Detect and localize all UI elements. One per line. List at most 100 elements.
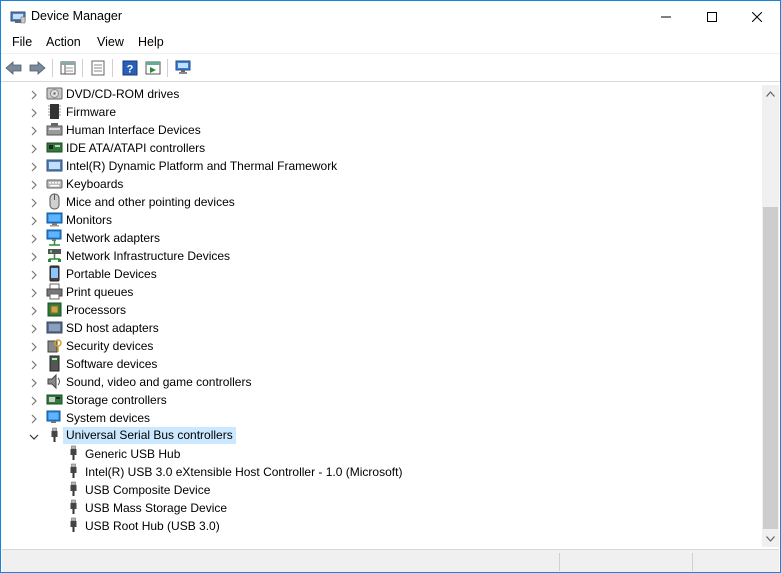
menu-bar: File Action View Help	[1, 32, 780, 54]
chevron-right-icon[interactable]	[29, 197, 39, 208]
tree-category-label: System devices	[66, 411, 151, 425]
vertical-scrollbar[interactable]	[762, 85, 779, 547]
scan-hardware-button[interactable]	[175, 59, 193, 77]
chevron-right-icon[interactable]	[29, 179, 39, 190]
help-button[interactable]: ?	[121, 59, 139, 77]
tree-category-label: Mice and other pointing devices	[66, 195, 235, 209]
back-button[interactable]	[5, 59, 23, 77]
tree-device-row[interactable]: USB Composite Device	[2, 481, 762, 499]
tree-category-row[interactable]: Network Infrastructure Devices	[2, 247, 762, 265]
tree-category-row[interactable]: Portable Devices	[2, 265, 762, 283]
scroll-down-button[interactable]	[762, 530, 779, 547]
monitor-icon	[46, 211, 63, 228]
properties-button[interactable]	[89, 59, 107, 77]
menu-help[interactable]: Help	[136, 35, 166, 49]
back-arrow-icon	[5, 61, 22, 75]
chevron-right-icon[interactable]	[29, 377, 39, 388]
menu-action[interactable]: Action	[44, 35, 83, 49]
chevron-right-icon[interactable]	[29, 413, 39, 424]
toolbar-separator	[82, 59, 83, 77]
software-device-icon	[46, 355, 63, 372]
chevron-right-icon[interactable]	[29, 107, 39, 118]
chevron-right-icon[interactable]	[29, 233, 39, 244]
tree-category-row[interactable]: DVD/CD-ROM drives	[2, 85, 762, 103]
tree-category-row[interactable]: Keyboards	[2, 175, 762, 193]
tree-category-row[interactable]: System devices	[2, 409, 762, 427]
usb-icon	[65, 499, 82, 516]
tree-device-label: Generic USB Hub	[85, 447, 181, 461]
chevron-right-icon[interactable]	[29, 305, 39, 316]
tree-category-label: Sound, video and game controllers	[66, 375, 252, 389]
tree-category-row[interactable]: Universal Serial Bus controllers	[2, 427, 762, 445]
chevron-right-icon[interactable]	[29, 395, 39, 406]
title-bar[interactable]: Device Manager	[1, 1, 780, 32]
update-driver-button[interactable]	[144, 59, 162, 77]
tree-category-label: Processors	[66, 303, 127, 317]
chevron-right-icon[interactable]	[29, 269, 39, 280]
tree-device-row[interactable]: USB Mass Storage Device	[2, 499, 762, 517]
storage-controller-icon	[46, 391, 63, 408]
tree-category-row[interactable]: Intel(R) Dynamic Platform and Thermal Fr…	[2, 157, 762, 175]
chevron-down-icon[interactable]	[29, 431, 39, 441]
chevron-right-icon[interactable]	[29, 341, 39, 352]
tree-category-row[interactable]: IDE ATA/ATAPI controllers	[2, 139, 762, 157]
forward-button[interactable]	[28, 59, 46, 77]
tree-category-row[interactable]: Mice and other pointing devices	[2, 193, 762, 211]
minimize-button[interactable]	[643, 1, 689, 32]
tree-device-label: USB Root Hub (USB 3.0)	[85, 519, 220, 533]
chevron-right-icon[interactable]	[29, 125, 39, 136]
show-hidden-icon	[60, 61, 76, 75]
tree-category-row[interactable]: Security devices	[2, 337, 762, 355]
tree-category-label: Portable Devices	[66, 267, 157, 281]
device-manager-app-icon	[10, 9, 26, 25]
chevron-right-icon[interactable]	[29, 287, 39, 298]
usb-icon	[46, 427, 63, 444]
tree-category-label: Network Infrastructure Devices	[66, 249, 231, 263]
chevron-right-icon[interactable]	[29, 323, 39, 334]
chevron-right-icon[interactable]	[29, 251, 39, 262]
tree-device-row[interactable]: USB Root Hub (USB 3.0)	[2, 517, 762, 535]
menu-file[interactable]: File	[10, 35, 34, 49]
usb-icon	[65, 445, 82, 462]
tree-category-row[interactable]: Print queues	[2, 283, 762, 301]
svg-text:?: ?	[127, 64, 134, 76]
chevron-up-icon	[766, 90, 775, 97]
chevron-right-icon[interactable]	[29, 161, 39, 172]
scrollbar-thumb[interactable]	[763, 207, 778, 529]
tree-category-row[interactable]: Storage controllers	[2, 391, 762, 409]
close-button[interactable]	[734, 1, 780, 32]
device-tree[interactable]: DVD/CD-ROM drives Firmware Human Interface…	[2, 85, 762, 547]
tree-category-row[interactable]: SD host adapters	[2, 319, 762, 337]
security-device-icon	[46, 337, 63, 354]
portable-device-icon	[46, 265, 63, 282]
chevron-right-icon[interactable]	[29, 89, 39, 100]
tree-category-row[interactable]: Monitors	[2, 211, 762, 229]
tree-device-row[interactable]: Generic USB Hub	[2, 445, 762, 463]
tree-category-row[interactable]: Processors	[2, 301, 762, 319]
chevron-right-icon[interactable]	[29, 143, 39, 154]
tree-category-label: Security devices	[66, 339, 154, 353]
device-manager-window: Device Manager File Action View Help ? D…	[0, 0, 781, 573]
tree-category-label: IDE ATA/ATAPI controllers	[66, 141, 206, 155]
scroll-up-button[interactable]	[762, 85, 779, 102]
toolbar-separator	[167, 59, 168, 77]
tree-device-row[interactable]: Intel(R) USB 3.0 eXtensible Host Control…	[2, 463, 762, 481]
menu-view[interactable]: View	[95, 35, 126, 49]
tree-category-row[interactable]: Human Interface Devices	[2, 121, 762, 139]
tree-category-row[interactable]: Software devices	[2, 355, 762, 373]
network-infrastructure-icon	[46, 247, 63, 264]
printer-icon	[46, 283, 63, 300]
tree-category-row[interactable]: Sound, video and game controllers	[2, 373, 762, 391]
chevron-right-icon[interactable]	[29, 359, 39, 370]
tree-category-row[interactable]: Firmware	[2, 103, 762, 121]
status-bar	[2, 549, 779, 572]
chevron-down-icon	[766, 535, 775, 542]
ide-controller-icon	[46, 139, 63, 156]
show-hide-tree-button[interactable]	[59, 59, 77, 77]
maximize-button[interactable]	[689, 1, 735, 32]
toolbar-separator	[52, 59, 53, 77]
tree-category-row[interactable]: Network adapters	[2, 229, 762, 247]
sound-icon	[46, 373, 63, 390]
chevron-right-icon[interactable]	[29, 215, 39, 226]
tree-device-label: USB Composite Device	[85, 483, 211, 497]
